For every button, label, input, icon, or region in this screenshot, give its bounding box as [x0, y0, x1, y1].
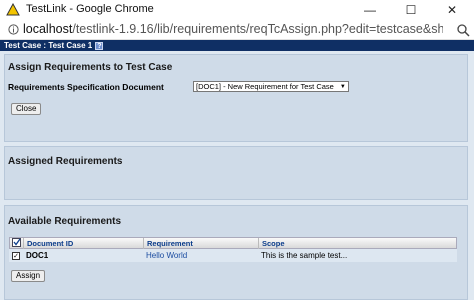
spec-doc-select[interactable]: [DOC1] - New Requirement for Test Case ▼	[193, 81, 349, 92]
close-button[interactable]: Close	[11, 103, 42, 115]
dropdown-arrow-icon: ▼	[339, 84, 346, 90]
select-all-checkbox[interactable]	[10, 238, 24, 249]
cell-document-id: DOC1	[26, 251, 49, 260]
url-text[interactable]: localhost/testlink-1.9.16/lib/requiremen…	[23, 22, 443, 36]
column-header-scope[interactable]: Scope	[259, 238, 458, 249]
address-bar[interactable]: localhost/testlink-1.9.16/lib/requiremen…	[0, 20, 474, 40]
maximize-button[interactable]: ☐	[396, 1, 426, 19]
testlink-app-icon	[6, 3, 20, 16]
assigned-requirements-panel: Assigned Requirements	[4, 146, 468, 200]
assign-requirements-panel: Assign Requirements to Test Case Require…	[4, 54, 468, 142]
zoom-icon[interactable]	[456, 23, 470, 37]
info-icon[interactable]	[8, 24, 19, 35]
check-all-icon[interactable]	[12, 238, 22, 247]
url-path: /testlink-1.9.16/lib/requirements/reqTcA…	[72, 22, 443, 36]
checkbox-checked-icon[interactable]: ✓	[12, 251, 20, 260]
column-header-document-id[interactable]: Document ID	[24, 238, 144, 249]
assign-panel-title: Assign Requirements to Test Case	[8, 62, 173, 73]
spec-doc-label: Requirements Specification Document	[8, 82, 164, 92]
close-window-button[interactable]: ✕	[437, 1, 467, 19]
available-requirements-panel: Available Requirements Document ID Requi…	[4, 205, 468, 300]
spec-doc-selected: [DOC1] - New Requirement for Test Case	[196, 82, 334, 91]
minimize-button[interactable]: —	[355, 1, 385, 19]
cell-requirement-link[interactable]: Hello World	[143, 249, 258, 262]
cell-scope: This is the sample test...	[261, 251, 348, 260]
column-header-requirement[interactable]: Requirement	[144, 238, 259, 249]
page-header: Test Case : Test Case 1 ?	[0, 40, 474, 51]
assigned-panel-title: Assigned Requirements	[8, 156, 123, 167]
help-icon[interactable]: ?	[95, 41, 104, 50]
page-header-label: Test Case : Test Case 1	[4, 41, 93, 50]
assign-button[interactable]: Assign	[11, 270, 46, 282]
window-title: TestLink - Google Chrome	[26, 3, 154, 15]
available-panel-title: Available Requirements	[8, 216, 122, 227]
row-checkbox[interactable]: ✓	[10, 249, 24, 262]
page-content: Test Case : Test Case 1 ? Assign Require…	[0, 40, 474, 300]
window-titlebar: TestLink - Google Chrome — ☐ ✕	[0, 0, 474, 20]
url-host: localhost	[23, 22, 73, 36]
table-header: Document ID Requirement Scope	[9, 237, 457, 249]
table-row[interactable]: ✓ DOC1 Hello World This is the sample te…	[9, 249, 457, 262]
